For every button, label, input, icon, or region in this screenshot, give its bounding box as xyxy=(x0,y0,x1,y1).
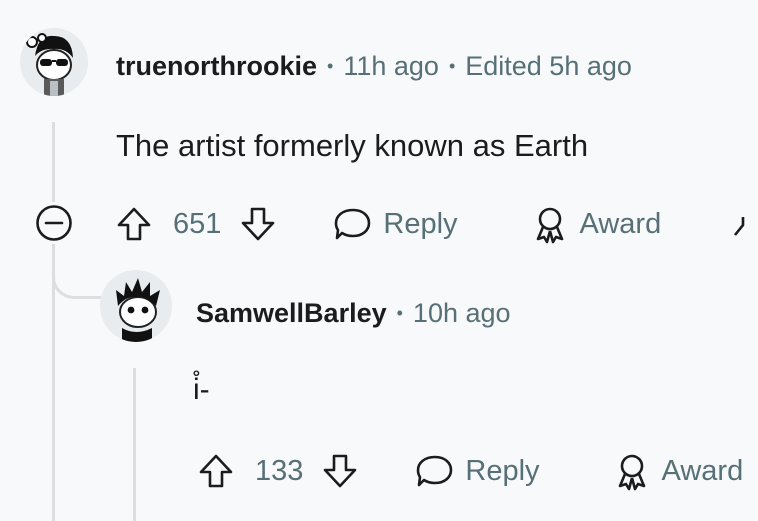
thread-line-root xyxy=(52,122,55,202)
thread-branch-curve xyxy=(52,244,103,299)
separator-dot: • xyxy=(327,56,334,76)
comment-actions: 133 Reply Award xyxy=(197,451,743,491)
award-label: Award xyxy=(579,207,662,240)
edited-label: Edited 5h ago xyxy=(465,51,632,81)
upvote-arrow-icon xyxy=(199,454,233,488)
separator-dot: • xyxy=(448,56,456,76)
timestamp[interactable]: 10h ago xyxy=(413,298,511,329)
username[interactable]: truenorthrookie xyxy=(116,51,317,82)
collapse-minus-icon xyxy=(36,205,72,241)
award-ribbon-icon xyxy=(536,207,563,244)
vote-count: 651 xyxy=(173,207,222,240)
downvote-button[interactable] xyxy=(239,205,277,243)
award-label: Award xyxy=(661,454,744,487)
username[interactable]: SamwellBarley xyxy=(196,298,387,329)
comment-meta: truenorthrookie • 11h ago • Edited 5h ag… xyxy=(116,51,632,82)
timestamp[interactable]: 11h ago xyxy=(343,51,439,82)
upvote-button[interactable] xyxy=(197,452,235,490)
share-button[interactable] xyxy=(731,205,758,243)
award-button[interactable]: Award xyxy=(530,204,662,244)
downvote-arrow-icon xyxy=(242,207,275,241)
avatar[interactable] xyxy=(100,270,172,342)
reply-button[interactable]: Reply xyxy=(415,452,540,490)
downvote-arrow-icon xyxy=(324,454,357,488)
comment-bubble-icon xyxy=(417,455,453,487)
snoo-spiky-hair-avatar-icon xyxy=(100,270,172,342)
vote-count: 133 xyxy=(255,454,304,487)
downvote-button[interactable] xyxy=(321,452,359,490)
share-icon xyxy=(734,217,745,236)
award-button[interactable]: Award xyxy=(612,451,744,491)
thread-line-reply xyxy=(133,368,136,521)
comment-body: i̊- xyxy=(193,373,210,406)
separator-dot: • xyxy=(396,303,403,323)
upvote-button[interactable] xyxy=(115,205,153,243)
comment-actions: 651 Reply Award xyxy=(115,204,758,244)
reply-label: Reply xyxy=(465,454,540,487)
comment-body: The artist formerly known as Earth xyxy=(116,128,589,163)
avatar[interactable] xyxy=(20,28,88,96)
snoo-sunglasses-avatar-icon xyxy=(20,28,88,96)
comment-meta: SamwellBarley • 10h ago xyxy=(196,298,511,329)
comment-bubble-icon xyxy=(335,208,371,240)
award-ribbon-icon xyxy=(618,454,645,491)
reply-label: Reply xyxy=(383,207,458,240)
collapse-button[interactable] xyxy=(35,204,73,242)
reply-button[interactable]: Reply xyxy=(333,205,458,243)
upvote-arrow-icon xyxy=(117,207,151,241)
